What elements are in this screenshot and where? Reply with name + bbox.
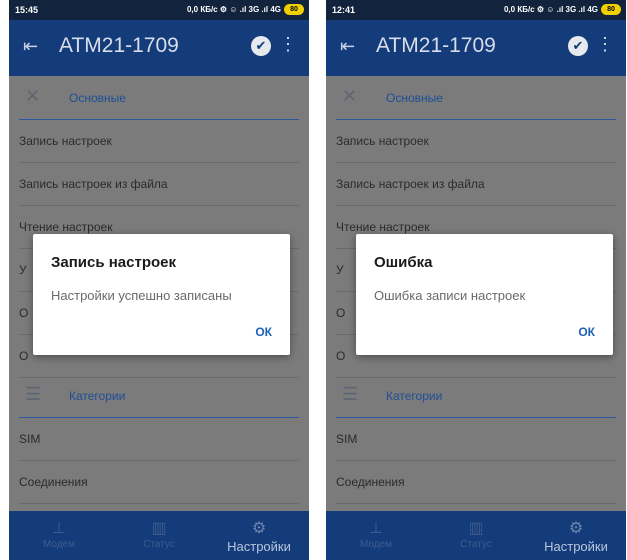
more-vert-icon[interactable]: ⋮ [596,34,614,55]
status-time: 15:45 [15,5,39,15]
list-item-label: Соединения [19,475,88,489]
status-indicators: 0,0 КБ/с ⚙ ☺ .ıl 3G .ıl 4G [503,5,598,14]
section-categories-label: Категории [69,389,126,403]
list-item-label: О [19,306,29,320]
ok-button[interactable]: ОК [578,325,595,339]
battery-icon: 80 [284,4,304,15]
nav-status[interactable]: ▥ Статус [119,511,199,560]
app-bar: ⇤ ATM21-1709 ✔ ⋮ [9,20,309,76]
bottom-navigation: ⊥ Модем ▥ Статус ⚙ Настройки [326,511,626,560]
dialog-message: Ошибка записи настроек [374,288,526,303]
gear-icon: ⚙ [251,520,267,537]
error-dialog: Ошибка Ошибка записи настроек ОК [356,234,613,355]
list-item-label: Соединения [336,475,405,489]
dialog-title: Запись настроек [51,254,177,271]
list-item-sim[interactable]: SIM [326,418,626,461]
modem-icon: ⊥ [369,520,383,537]
dialog-message: Настройки успешно записаны [51,288,232,303]
list-item-connections[interactable]: Соединения [326,461,626,504]
list-item-label: Чтение настроек [336,220,430,234]
list-item-label: О [19,349,29,363]
nav-label: Статус [143,539,175,550]
phone-screen-left: 15:45 0,0 КБ/с ⚙ ☺ .ıl 3G .ıl 4G 80 ⇤ AT… [9,0,309,560]
nav-label: Настройки [544,539,608,554]
success-dialog: Запись настроек Настройки успешно записа… [33,234,290,355]
phone-screen-right: 12:41 0,0 КБ/с ⚙ ☺ .ıl 3G .ıl 4G 80 ⇤ AT… [326,0,626,560]
device-title: ATM21-1709 [59,34,179,57]
check-circle-icon[interactable]: ✔ [251,36,271,56]
check-circle-icon[interactable]: ✔ [568,36,588,56]
list-item-label: Запись настроек из файла [19,177,168,191]
nav-label: Настройки [227,539,291,554]
list-item-label: Запись настроек [336,134,429,148]
exit-arrow-icon[interactable]: ⇤ [340,36,355,57]
bar-chart-icon: ▥ [151,520,167,537]
nav-label: Модем [359,539,393,550]
tools-icon: ✕ [342,86,358,106]
list-item-write-from-file[interactable]: Запись настроек из файла [9,163,309,206]
nav-label: Модем [42,539,76,550]
nav-settings[interactable]: ⚙ Настройки [536,511,616,560]
list-item-label: Запись настроек [19,134,112,148]
more-vert-icon[interactable]: ⋮ [279,34,297,55]
list-item-label: У [336,263,344,277]
row-divider [19,503,299,504]
section-main-label: Основные [386,91,443,105]
app-bar: ⇤ ATM21-1709 ✔ ⋮ [326,20,626,76]
list-item-label: У [19,263,27,277]
status-bar: 12:41 0,0 КБ/с ⚙ ☺ .ıl 3G .ıl 4G 80 [326,0,626,20]
list-item-write-settings[interactable]: Запись настроек [326,120,626,163]
bar-chart-icon: ▥ [468,520,484,537]
nav-label: Статус [460,539,492,550]
nav-settings[interactable]: ⚙ Настройки [219,511,299,560]
status-indicators: 0,0 КБ/с ⚙ ☺ .ıl 3G .ıl 4G [186,5,281,14]
modem-icon: ⊥ [52,520,66,537]
list-item-label: SIM [19,432,41,446]
list-item-sim[interactable]: SIM [9,418,309,461]
battery-icon: 80 [601,4,621,15]
list-item-label: О [336,306,346,320]
nav-modem[interactable]: ⊥ Модем [19,511,99,560]
list-item-connections[interactable]: Соединения [9,461,309,504]
ok-button[interactable]: ОК [255,325,272,339]
status-bar: 15:45 0,0 КБ/с ⚙ ☺ .ıl 3G .ıl 4G 80 [9,0,309,20]
list-item-label: Запись настроек из файла [336,177,485,191]
section-categories: ☰ Категории [9,374,309,418]
sliders-icon: ☰ [342,384,359,404]
list-item-label: SIM [336,432,358,446]
status-time: 12:41 [332,5,356,15]
nav-status[interactable]: ▥ Статус [436,511,516,560]
list-item-write-from-file[interactable]: Запись настроек из файла [326,163,626,206]
list-item-label: Чтение настроек [19,220,113,234]
section-categories: ☰ Категории [326,374,626,418]
tools-icon: ✕ [25,86,41,106]
sliders-icon: ☰ [25,384,42,404]
list-item-write-settings[interactable]: Запись настроек [9,120,309,163]
section-main: ✕ Основные [9,76,309,120]
nav-modem[interactable]: ⊥ Модем [336,511,416,560]
row-divider [336,503,616,504]
bottom-navigation: ⊥ Модем ▥ Статус ⚙ Настройки [9,511,309,560]
list-item-label: О [336,349,346,363]
section-main-label: Основные [69,91,126,105]
section-main: ✕ Основные [326,76,626,120]
exit-arrow-icon[interactable]: ⇤ [23,36,38,57]
dialog-title: Ошибка [374,254,433,271]
gear-icon: ⚙ [568,520,584,537]
section-categories-label: Категории [386,389,443,403]
device-title: ATM21-1709 [376,34,496,57]
